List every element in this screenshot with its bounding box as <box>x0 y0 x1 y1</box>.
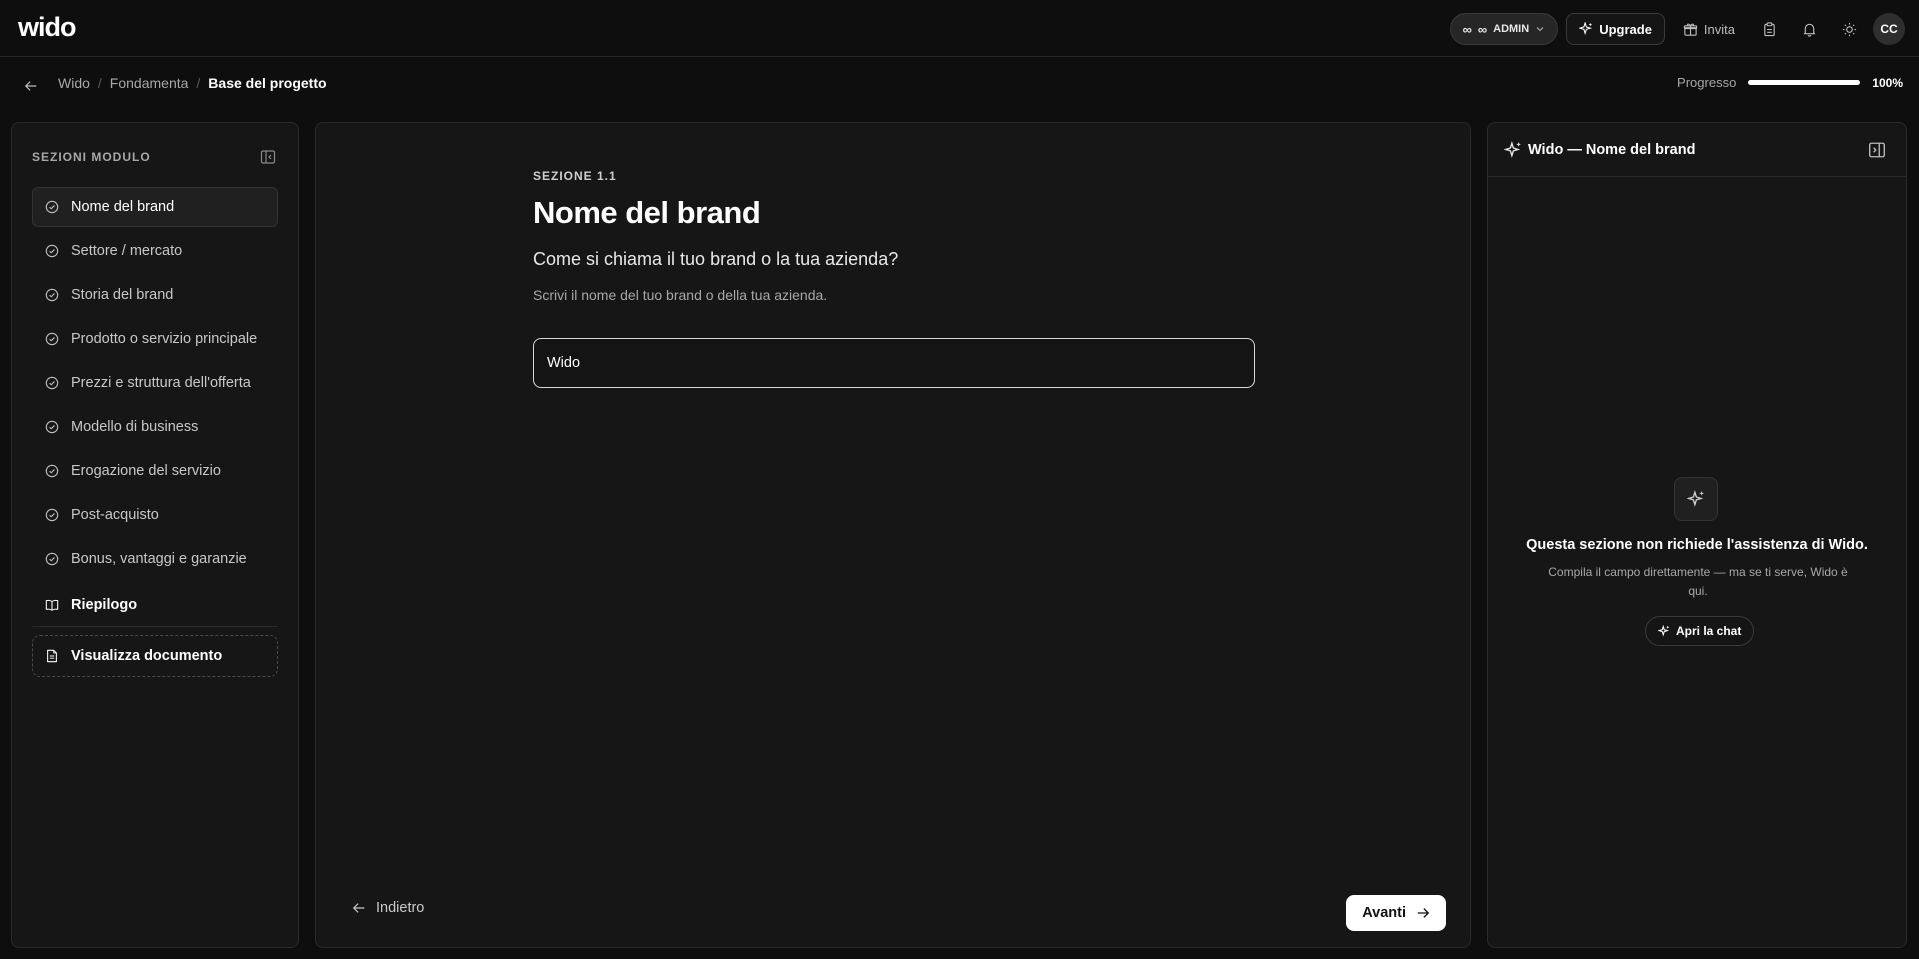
bell-icon <box>1803 23 1815 37</box>
section-editor-panel: SEZIONE 1.1 Nome del brand Come si chiam… <box>315 122 1471 948</box>
sections-list: Nome del brand Settore / mercato Storia … <box>32 187 278 677</box>
panel-right-icon[interactable] <box>1868 141 1886 159</box>
view-document-label: Visualizza documento <box>71 648 223 664</box>
sidebar-item-settore-mercato[interactable]: Settore / mercato <box>32 231 278 271</box>
sidebar-item-label: Bonus, vantaggi e garanzie <box>71 551 247 567</box>
sidebar-item-storia-del-brand[interactable]: Storia del brand <box>32 275 278 315</box>
module-sections-panel: SEZIONI MODULO Nome del brand Settore / … <box>11 122 299 948</box>
progress-value: 100% <box>1872 75 1903 90</box>
sidebar-item-riepilogo[interactable]: Riepilogo <box>32 583 278 627</box>
section-title: Nome del brand <box>533 195 761 230</box>
tasks-button[interactable] <box>1753 13 1785 45</box>
arrow-right-icon <box>1417 908 1430 918</box>
sparkles-icon <box>1687 490 1704 507</box>
back-label: Indietro <box>376 900 425 916</box>
book-open-icon <box>45 599 59 611</box>
assistant-title: Wido — Nome del brand <box>1528 142 1696 158</box>
check-circle-icon <box>45 464 59 478</box>
progress-bar-fill <box>1748 80 1861 85</box>
sparkles-icon <box>1579 22 1593 36</box>
sidebar-item-label: Erogazione del servizio <box>71 463 221 479</box>
theme-toggle-button[interactable] <box>1833 13 1865 45</box>
check-circle-icon <box>45 420 59 434</box>
breadcrumb-separator: / <box>196 75 201 91</box>
brand-name-input[interactable] <box>533 338 1255 388</box>
sparkles-icon <box>1658 625 1670 637</box>
section-question: Come si chiama il tuo brand o la tua azi… <box>533 249 899 269</box>
check-circle-icon <box>45 508 59 522</box>
breadcrumb-item-current: Base del progetto <box>208 75 327 91</box>
arrow-left-icon <box>352 903 365 913</box>
clipboard-icon <box>1763 21 1775 36</box>
progress-indicator: Progresso 100% <box>1677 75 1903 90</box>
next-label: Avanti <box>1362 905 1406 921</box>
check-circle-icon <box>45 332 59 346</box>
breadcrumb-bar: Wido / Fondamenta / Base del progetto Pr… <box>0 57 1919 113</box>
sidebar-item-label: Modello di business <box>71 419 199 435</box>
section-help-text: Scrivi il nome del tuo brand o della tua… <box>533 287 828 303</box>
breadcrumb-item-wido[interactable]: Wido <box>58 75 90 91</box>
check-circle-icon <box>45 552 59 566</box>
sidebar-item-label: Nome del brand <box>71 199 175 215</box>
assistant-empty-title: Questa sezione non richiede l'assistenza… <box>1526 537 1868 553</box>
sidebar-item-label: Storia del brand <box>71 287 174 303</box>
panel-left-icon[interactable] <box>260 149 276 165</box>
open-chat-button[interactable]: Apri la chat <box>1645 616 1755 646</box>
admin-dropdown[interactable]: ∞ ∞ ADMIN <box>1449 13 1559 45</box>
notifications-button[interactable] <box>1793 13 1825 45</box>
sidebar-item-post-acquisto[interactable]: Post-acquisto <box>32 495 278 535</box>
sidebar-item-bonus-garanzie[interactable]: Bonus, vantaggi e garanzie <box>32 539 278 579</box>
infinity-icon: ∞ <box>1462 21 1472 37</box>
upgrade-label: Upgrade <box>1599 21 1652 37</box>
sections-heading: SEZIONI MODULO <box>32 150 151 164</box>
section-number: SEZIONE 1.1 <box>533 169 617 183</box>
wido-assistant-panel: Wido — Nome del brand Questa sezione non… <box>1487 122 1907 948</box>
invite-button[interactable]: Invita <box>1673 13 1745 45</box>
sidebar-item-prezzi-offerta[interactable]: Prezzi e struttura dell'offerta <box>32 363 278 403</box>
chevron-down-icon <box>1536 27 1544 32</box>
sidebar-item-modello-business[interactable]: Modello di business <box>32 407 278 447</box>
sidebar-item-prodotto-servizio[interactable]: Prodotto o servizio principale <box>32 319 278 359</box>
admin-label: ADMIN <box>1493 23 1530 35</box>
sidebar-item-label: Settore / mercato <box>71 243 183 259</box>
assistant-tile <box>1674 477 1718 521</box>
sparkles-icon <box>1504 141 1521 158</box>
invite-label: Invita <box>1703 21 1735 37</box>
breadcrumb-item-fondamenta[interactable]: Fondamenta <box>110 75 189 91</box>
file-text-icon <box>47 649 57 663</box>
check-circle-icon <box>45 200 59 214</box>
open-chat-label: Apri la chat <box>1676 624 1742 638</box>
sidebar-item-label: Riepilogo <box>71 597 138 613</box>
sidebar-item-label: Prezzi e struttura dell'offerta <box>71 375 251 391</box>
back-icon[interactable] <box>20 75 42 97</box>
assistant-header: Wido — Nome del brand <box>1488 123 1906 177</box>
upgrade-button[interactable]: Upgrade <box>1566 13 1665 45</box>
progress-label: Progresso <box>1677 75 1737 90</box>
infinity-icon: ∞ <box>1477 21 1488 37</box>
assistant-empty-subtitle: Compila il campo direttamente — ma se ti… <box>1548 565 1848 598</box>
breadcrumb: Wido / Fondamenta / Base del progetto <box>58 75 327 91</box>
progress-bar <box>1748 80 1861 85</box>
check-circle-icon <box>45 376 59 390</box>
view-document-button[interactable]: Visualizza documento <box>32 635 278 677</box>
check-circle-icon <box>45 288 59 302</box>
wido-logo[interactable]: wido <box>18 12 76 43</box>
sidebar-item-erogazione-servizio[interactable]: Erogazione del servizio <box>32 451 278 491</box>
sidebar-item-nome-del-brand[interactable]: Nome del brand <box>32 187 278 227</box>
check-circle-icon <box>45 244 59 258</box>
user-avatar[interactable]: CC <box>1873 13 1905 45</box>
gift-icon <box>1683 23 1698 36</box>
sidebar-item-label: Prodotto o servizio principale <box>71 331 258 347</box>
next-button[interactable]: Avanti <box>1346 895 1446 931</box>
sidebar-item-label: Post-acquisto <box>71 507 159 523</box>
back-button[interactable]: Indietro <box>352 900 424 916</box>
sun-icon <box>1842 22 1856 36</box>
top-bar: wido ∞ ∞ ADMIN Upgrade Invita CC <box>0 0 1919 57</box>
breadcrumb-separator: / <box>97 75 102 91</box>
top-bar-actions: ∞ ∞ ADMIN Upgrade Invita CC <box>1449 13 1905 45</box>
